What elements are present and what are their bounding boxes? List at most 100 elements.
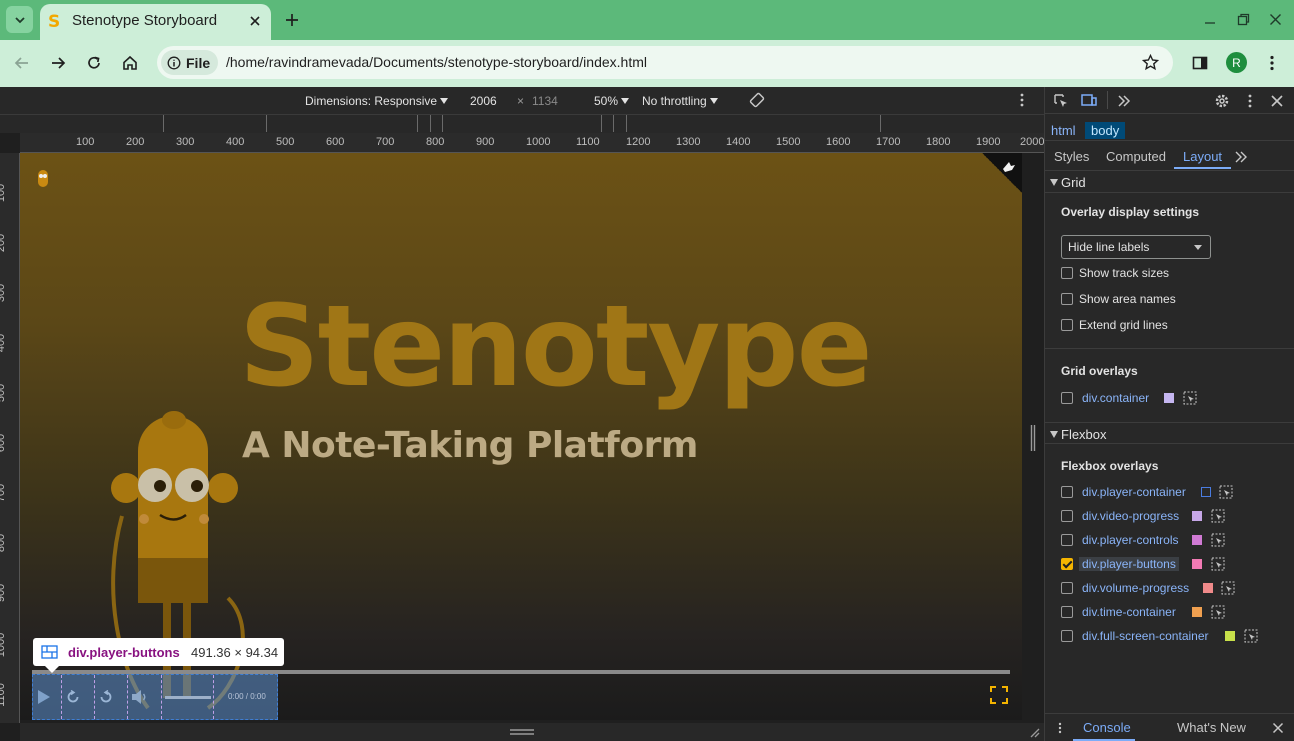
flex-overlay-row[interactable]: div.time-container xyxy=(1061,603,1291,623)
drawer-menu-icon[interactable] xyxy=(1054,722,1066,734)
dimensions-select[interactable]: Dimensions: Responsive xyxy=(305,94,449,108)
resize-corner-icon[interactable] xyxy=(1028,726,1040,738)
media-query-marker[interactable] xyxy=(163,115,164,132)
checkbox[interactable] xyxy=(1061,293,1073,305)
overlay-label[interactable]: div.video-progress xyxy=(1082,509,1179,523)
checkbox[interactable] xyxy=(1061,319,1073,331)
forward-icon[interactable] xyxy=(99,690,113,704)
checkbox[interactable] xyxy=(1061,582,1073,594)
back-arrow-icon[interactable] xyxy=(13,54,31,72)
highlight-element-icon[interactable] xyxy=(1211,509,1225,523)
more-vertical-icon[interactable] xyxy=(1242,93,1258,109)
drawer-tab-whats-new[interactable]: What's New xyxy=(1177,720,1246,735)
checkbox[interactable] xyxy=(1061,392,1073,404)
media-query-marker[interactable] xyxy=(442,115,443,132)
home-icon[interactable] xyxy=(121,54,139,72)
more-tabs-icon[interactable] xyxy=(1116,93,1132,109)
more-vertical-icon[interactable] xyxy=(1016,93,1028,107)
color-swatch[interactable] xyxy=(1201,487,1211,497)
checkbox[interactable] xyxy=(1061,630,1073,642)
volume-icon[interactable] xyxy=(131,689,149,705)
address-bar[interactable]: File /home/ravindramevada/Documents/sten… xyxy=(157,46,1173,79)
inspect-element-icon[interactable] xyxy=(1053,93,1069,109)
line-labels-select[interactable]: Hide line labels xyxy=(1061,235,1211,259)
color-swatch[interactable] xyxy=(1164,393,1174,403)
checkbox[interactable] xyxy=(1061,606,1073,618)
throttling-select[interactable]: No throttling xyxy=(642,94,718,108)
checkbox[interactable] xyxy=(1061,510,1073,522)
media-query-marker[interactable] xyxy=(626,115,627,132)
grid-section-header[interactable]: Grid xyxy=(1045,171,1294,193)
tab-computed[interactable]: Computed xyxy=(1106,149,1166,164)
zoom-select[interactable]: 50% xyxy=(594,94,630,108)
bookmark-star-icon[interactable] xyxy=(1142,54,1159,71)
grid-overlay-row[interactable]: div.container xyxy=(1061,389,1291,409)
tab-close-icon[interactable] xyxy=(247,13,263,29)
overlay-label[interactable]: div.container xyxy=(1082,391,1149,405)
highlight-element-icon[interactable] xyxy=(1211,533,1225,547)
volume-slider[interactable] xyxy=(165,696,211,699)
media-query-marker[interactable] xyxy=(613,115,614,132)
forward-arrow-icon[interactable] xyxy=(49,54,67,72)
tab-styles[interactable]: Styles xyxy=(1054,149,1089,164)
highlight-element-icon[interactable] xyxy=(1244,629,1258,643)
width-input[interactable]: 2006 xyxy=(470,94,497,108)
more-tabs-icon[interactable] xyxy=(1234,150,1248,164)
reload-icon[interactable] xyxy=(85,54,103,72)
checkbox-checked[interactable] xyxy=(1061,558,1073,570)
new-tab-icon[interactable] xyxy=(284,12,300,28)
drag-handle-icon[interactable] xyxy=(509,728,535,736)
fullscreen-icon[interactable] xyxy=(990,686,1008,704)
media-query-marker[interactable] xyxy=(601,115,602,132)
media-query-marker[interactable] xyxy=(880,115,881,132)
side-resize-handle-icon[interactable] xyxy=(1030,424,1036,452)
more-vertical-icon[interactable] xyxy=(1263,54,1281,72)
highlight-element-icon[interactable] xyxy=(1183,391,1197,405)
mascot-logo-icon[interactable] xyxy=(34,167,52,189)
flexbox-section-header[interactable]: Flexbox xyxy=(1045,422,1294,444)
flex-overlay-row[interactable]: div.volume-progress xyxy=(1061,579,1291,599)
play-icon[interactable] xyxy=(37,689,51,705)
overlay-label[interactable]: div.time-container xyxy=(1082,605,1176,619)
site-info-chip[interactable]: File xyxy=(161,50,219,75)
media-query-marker[interactable] xyxy=(417,115,418,132)
highlight-element-icon[interactable] xyxy=(1221,581,1235,595)
checkbox[interactable] xyxy=(1061,486,1073,498)
player-buttons-highlight[interactable]: 0:00 / 0:00 xyxy=(32,674,278,720)
overlay-label[interactable]: div.volume-progress xyxy=(1082,581,1189,595)
rewind-icon[interactable] xyxy=(66,690,80,704)
profile-avatar[interactable]: R xyxy=(1226,52,1247,73)
color-swatch[interactable] xyxy=(1203,583,1213,593)
flex-overlay-row[interactable]: div.video-progress xyxy=(1061,507,1291,527)
color-swatch[interactable] xyxy=(1192,535,1202,545)
checkbox[interactable] xyxy=(1061,534,1073,546)
overlay-label[interactable]: div.player-buttons xyxy=(1079,557,1179,571)
flex-overlay-row[interactable]: div.player-controls xyxy=(1061,531,1291,551)
media-query-bar[interactable] xyxy=(0,114,1044,133)
gear-icon[interactable] xyxy=(1214,93,1230,109)
viewport-resize-bar[interactable] xyxy=(20,723,1044,741)
color-swatch[interactable] xyxy=(1192,559,1202,569)
highlight-element-icon[interactable] xyxy=(1211,605,1225,619)
color-swatch[interactable] xyxy=(1192,607,1202,617)
close-icon[interactable] xyxy=(1269,93,1285,109)
overlay-label[interactable]: div.player-container xyxy=(1082,485,1186,499)
minimize-icon[interactable] xyxy=(1204,14,1216,26)
overlay-label[interactable]: div.full-screen-container xyxy=(1082,629,1209,643)
tab-search-button[interactable] xyxy=(6,6,33,33)
flex-overlay-row[interactable]: div.player-container xyxy=(1061,483,1291,503)
restore-icon[interactable] xyxy=(1237,13,1250,26)
flex-overlay-row[interactable]: div.full-screen-container xyxy=(1061,627,1291,647)
highlight-element-icon[interactable] xyxy=(1211,557,1225,571)
media-query-marker[interactable] xyxy=(430,115,431,132)
side-panel-icon[interactable] xyxy=(1191,54,1209,72)
rotate-icon[interactable] xyxy=(748,91,766,109)
height-input[interactable]: 1134 xyxy=(532,94,558,108)
tab-layout[interactable]: Layout xyxy=(1183,149,1222,164)
media-query-marker[interactable] xyxy=(266,115,267,132)
drawer-tab-console[interactable]: Console xyxy=(1083,720,1131,735)
color-swatch[interactable] xyxy=(1192,511,1202,521)
flex-overlay-row[interactable]: div.player-buttons xyxy=(1061,555,1291,575)
color-swatch[interactable] xyxy=(1225,631,1235,641)
overlay-label[interactable]: div.player-controls xyxy=(1082,533,1178,547)
